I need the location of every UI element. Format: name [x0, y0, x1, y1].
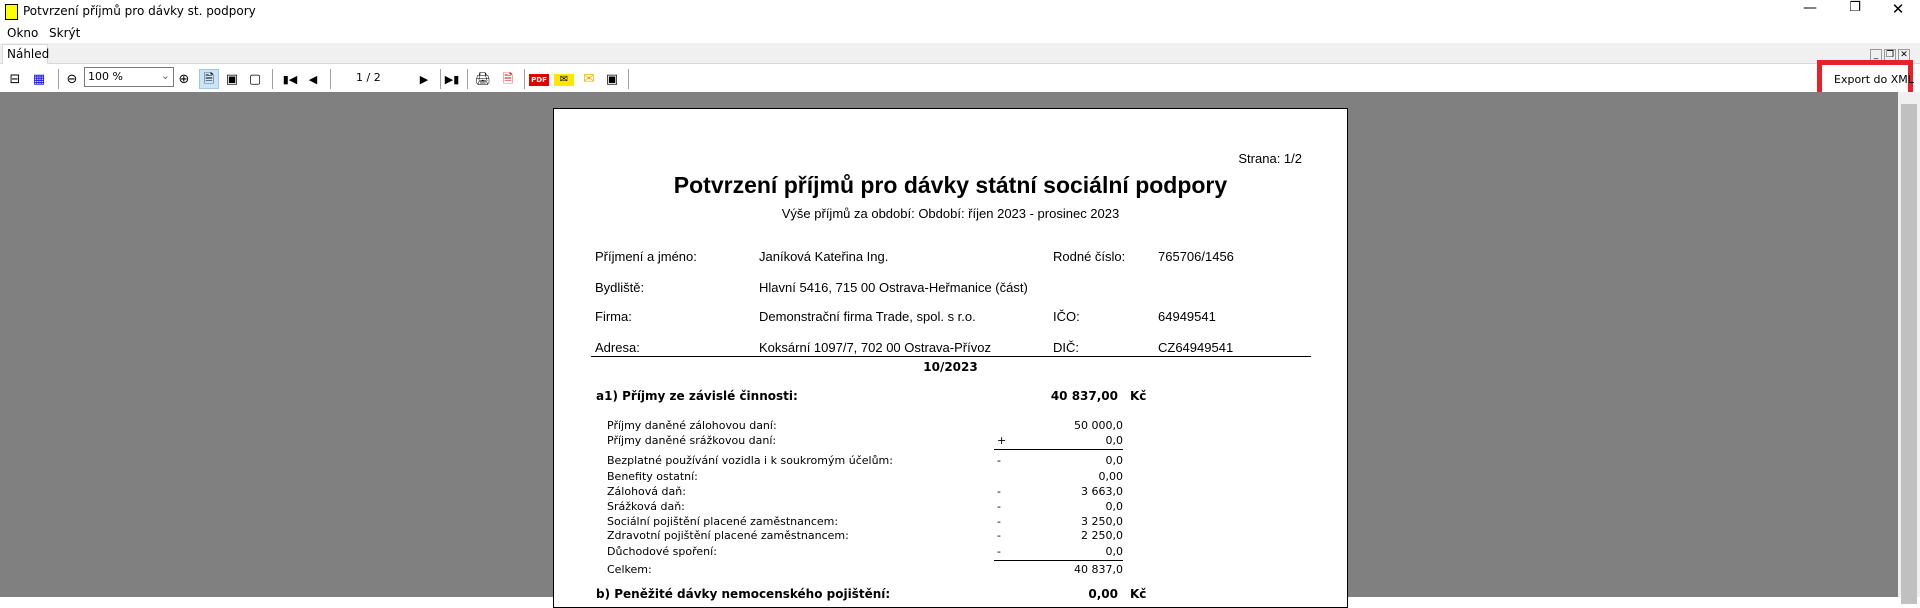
detail-value: 0,00	[1098, 470, 1124, 483]
section-a1-amount: 40 837,00	[1050, 389, 1118, 403]
field-label: Adresa:	[595, 340, 640, 355]
detail-value: 3 663,0	[1081, 485, 1123, 498]
tab-nahled[interactable]: Náhled	[2, 44, 50, 65]
field-label: Rodné číslo:	[1053, 249, 1126, 264]
detail-value: 3 250,0	[1081, 515, 1123, 528]
field-value: 64949541	[1158, 309, 1216, 324]
detail-sign: -	[997, 454, 1001, 467]
page-width-icon[interactable]: ▣	[222, 69, 242, 89]
archive-icon[interactable]: ▣	[602, 69, 622, 89]
menu-skryt[interactable]: Skrýt	[49, 26, 80, 40]
report-title: Potvrzení příjmů pro dávky státní sociál…	[673, 172, 1228, 198]
field-value: CZ64949541	[1158, 340, 1234, 355]
section-b-currency: Kč	[1130, 587, 1147, 601]
detail-label: Benefity ostatní:	[607, 470, 698, 483]
tab-strip: Náhled _ ❐ ✕	[0, 43, 1920, 65]
field-value: Hlavní 5416, 715 00 Ostrava-Heřmanice (č…	[759, 280, 1028, 295]
subtotal-line	[994, 449, 1123, 450]
field-value: 765706/1456	[1158, 249, 1234, 264]
detail-label: Příjmy daněné zálohovou daní:	[607, 419, 777, 432]
detail-value: 0,0	[1105, 500, 1124, 513]
single-page-icon[interactable]: 🗎	[199, 69, 219, 89]
field-label: DIČ:	[1053, 340, 1079, 355]
detail-value: 0,0	[1105, 434, 1124, 447]
detail-sign: -	[997, 515, 1001, 528]
section-a1-label: a1) Příjmy ze závislé činnosti:	[596, 389, 798, 403]
period-heading: 10/2023	[923, 360, 978, 374]
detail-sign: +	[997, 434, 1007, 447]
field-label: Příjmení a jméno:	[595, 249, 697, 264]
detail-label: Zálohová daň:	[607, 485, 686, 498]
detail-value: 50 000,0	[1074, 419, 1123, 432]
section-a1-currency: Kč	[1130, 389, 1147, 403]
detail-label: Bezplatné používání vozidla i k soukromý…	[607, 454, 893, 467]
zoom-out-icon[interactable]: ⊖	[62, 69, 82, 89]
detail-label: Příjmy daněné srážkovou daní:	[607, 434, 777, 447]
detail-label: Sociální pojištění placené zaměstnancem:	[607, 515, 839, 528]
whole-page-icon[interactable]: ▢	[245, 69, 265, 89]
menu-okno[interactable]: Okno	[7, 26, 38, 40]
detail-value: 2 250,0	[1081, 529, 1123, 542]
next-page-icon[interactable]: ▶	[414, 69, 434, 89]
field-value: Demonstrační firma Trade, spol. s r.o.	[759, 309, 976, 324]
previous-page-icon[interactable]: ◀	[303, 69, 323, 89]
page-number: Strana: 1/2	[1238, 151, 1302, 166]
detail-label: Zdravotní pojištění placené zaměstnancem…	[607, 529, 849, 542]
scrollbar-thumb[interactable]	[1901, 104, 1917, 604]
report-page: Strana: 1/2 Potvrzení příjmů pro dávky s…	[553, 108, 1348, 608]
first-page-icon[interactable]: ▮◀	[280, 69, 300, 89]
close-button[interactable]: ✕	[1878, 0, 1918, 24]
detail-sign: -	[997, 545, 1001, 558]
email-send-icon[interactable]: ✉	[579, 69, 599, 89]
total-line	[994, 560, 1123, 561]
last-page-icon[interactable]: ▶▮	[442, 69, 462, 89]
toolbar: ⊟ ▦ ⊖ 100 % ⌄ ⊕ 🗎 ▣ ▢ ▮◀ ◀ 1 / 2 ▶ ▶▮ 🖨 …	[0, 60, 1914, 97]
detail-sign: -	[997, 485, 1001, 498]
detail-value: 40 837,0	[1074, 563, 1123, 576]
export-icon[interactable]: 🗎	[498, 69, 518, 89]
field-label: Firma:	[595, 309, 632, 324]
page-indicator: 1 / 2	[356, 71, 381, 84]
detail-label: Srážková daň:	[607, 500, 685, 513]
email-icon[interactable]: ✉	[554, 74, 574, 86]
print-icon[interactable]: 🖨	[473, 69, 493, 89]
zoom-select[interactable]: 100 % ⌄	[84, 67, 174, 87]
document-icon	[5, 4, 18, 20]
zoom-value: 100 %	[88, 70, 123, 83]
field-label: Bydliště:	[595, 280, 645, 295]
field-label: IČO:	[1053, 309, 1080, 324]
window-title: Potvrzení příjmů pro dávky st. podpory	[23, 4, 256, 18]
section-b-label: b) Peněžité dávky nemocenského pojištění…	[596, 587, 891, 601]
zoom-in-icon[interactable]: ⊕	[174, 69, 194, 89]
detail-sign: -	[997, 500, 1001, 513]
section-b-amount: 0,00	[1088, 587, 1118, 601]
vertical-scrollbar[interactable]	[1898, 92, 1920, 604]
report-subtitle: Výše příjmů za období: Období: říjen 202…	[781, 206, 1120, 221]
detail-sign: -	[997, 529, 1001, 542]
collapse-icon[interactable]: ⊟	[5, 69, 25, 89]
field-value: Koksární 1097/7, 702 00 Ostrava-Přívoz	[759, 340, 991, 355]
chevron-down-icon: ⌄	[160, 69, 170, 82]
detail-label: Celkem:	[607, 563, 652, 576]
field-value: Janíková Kateřina Ing.	[759, 249, 889, 264]
export-xml-label: Export do XML	[1834, 73, 1914, 86]
tab-label: Náhled	[7, 47, 50, 61]
menu-bar: Okno Skrýt	[0, 24, 1920, 43]
minimize-button[interactable]: —	[1790, 0, 1830, 24]
restore-button[interactable]: ❐	[1835, 0, 1875, 24]
header-divider	[591, 356, 1311, 357]
detail-label: Důchodové spoření:	[607, 545, 717, 558]
export-pdf-icon[interactable]: PDF	[529, 74, 549, 86]
detail-value: 0,0	[1105, 454, 1124, 467]
tree-outline-icon[interactable]: ▦	[29, 69, 49, 89]
detail-value: 0,0	[1105, 545, 1124, 558]
